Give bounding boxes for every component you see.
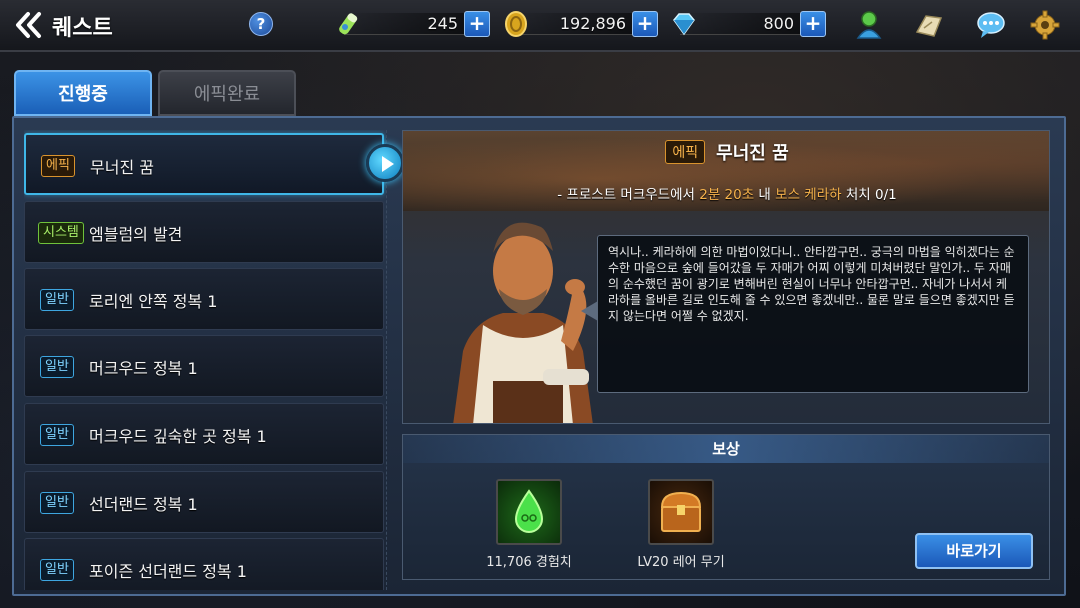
play-arrow-icon[interactable] xyxy=(366,144,404,182)
quest-name: 머크우드 정복 1 xyxy=(89,359,198,378)
quest-detail-title: 무너진 꿈 xyxy=(716,143,789,164)
quest-name: 무너진 꿈 xyxy=(90,158,154,177)
help-button[interactable]: ? xyxy=(249,12,273,36)
gold-coin-icon xyxy=(502,10,530,38)
back-icon[interactable] xyxy=(12,8,48,42)
detail-badge-epic: 에픽 xyxy=(665,140,706,164)
quest-item-lorien-inner[interactable]: 일반 로리엔 안쪽 정복 1 xyxy=(24,268,384,330)
quest-item-thunderland[interactable]: 일반 선더랜드 정복 1 xyxy=(24,471,384,533)
reward-title: 보상 xyxy=(403,435,1049,463)
character-icon[interactable] xyxy=(852,8,886,42)
quest-list-scrollbar[interactable] xyxy=(386,130,388,590)
tab-epic-completed[interactable]: 에픽완료 xyxy=(158,70,296,116)
quest-badge-epic: 에픽 xyxy=(41,155,75,177)
reward-label-weapon: LV20 레어 무기 xyxy=(637,555,725,570)
reward-item-experience[interactable]: 11,706 경험치 xyxy=(459,479,599,570)
gold-currency: 192,896 + xyxy=(502,10,658,38)
page-title: 퀘스트 xyxy=(52,16,113,41)
stamina-currency: 245 + xyxy=(334,10,490,38)
treasure-chest-icon xyxy=(648,479,714,545)
quest-name: 선더랜드 정복 1 xyxy=(89,495,198,514)
stamina-value: 245 xyxy=(427,14,458,33)
add-gem-button[interactable]: + xyxy=(800,11,826,37)
quest-badge-normal: 일반 xyxy=(40,559,74,581)
gold-value: 192,896 xyxy=(559,14,626,33)
add-stamina-button[interactable]: + xyxy=(464,11,490,37)
reward-panel: 보상 11,706 경험치 LV20 레어 무기 바로가기 xyxy=(402,434,1050,580)
quest-badge-normal: 일반 xyxy=(40,492,74,514)
quest-list[interactable]: 에픽 무너진 꿈 시스템 엠블럼의 발견 일반 로리엔 안쪽 정복 1 일반 머… xyxy=(24,130,386,590)
quest-item-mirkwood[interactable]: 일반 머크우드 정복 1 xyxy=(24,335,384,397)
add-gold-button[interactable]: + xyxy=(632,11,658,37)
gem-currency: 800 + xyxy=(670,10,826,38)
gem-icon xyxy=(670,10,698,38)
chat-icon[interactable] xyxy=(974,8,1008,42)
goto-button[interactable]: 바로가기 xyxy=(915,533,1033,569)
objective-mid: 내 xyxy=(754,187,776,203)
dialogue-tail xyxy=(581,301,598,321)
quest-badge-normal: 일반 xyxy=(40,289,74,311)
reward-label-experience: 11,706 경험치 xyxy=(486,555,572,570)
stamina-potion-icon xyxy=(334,10,362,38)
quest-badge-normal: 일반 xyxy=(40,424,74,446)
objective-target: 보스 케라하 xyxy=(775,187,842,203)
gem-value: 800 xyxy=(763,14,794,33)
quest-badge-normal: 일반 xyxy=(40,356,74,378)
experience-drop-icon xyxy=(496,479,562,545)
quest-badge-system: 시스템 xyxy=(38,222,84,244)
map-icon[interactable] xyxy=(912,8,946,42)
quest-item-poison-thunderland[interactable]: 일반 포이즌 선더랜드 정복 1 xyxy=(24,538,384,590)
quest-name: 엠블럼의 발견 xyxy=(89,225,183,244)
quest-name: 머크우드 깊숙한 곳 정복 1 xyxy=(89,427,267,446)
settings-gear-icon[interactable] xyxy=(1028,8,1062,42)
quest-objective: - 프로스트 머크우드에서 2분 20초 내 보스 케라하 처치 0/1 xyxy=(403,183,1049,203)
npc-dialogue: 역시나.. 케라하에 의한 마법이었다니.. 안타깝구먼.. 궁극의 마법을 익… xyxy=(597,235,1029,393)
objective-time: 2분 20초 xyxy=(699,187,755,203)
top-bar: 퀘스트 ? 245 + 192,896 + 800 + xyxy=(0,0,1080,52)
quest-detail-header: 에픽 무너진 꿈 xyxy=(403,139,1049,165)
quest-item-mirkwood-deep[interactable]: 일반 머크우드 깊숙한 곳 정복 1 xyxy=(24,403,384,465)
tab-in-progress[interactable]: 진행중 xyxy=(14,70,152,116)
quest-item-emblem-discovery[interactable]: 시스템 엠블럼의 발견 xyxy=(24,201,384,263)
quest-item-broken-dream[interactable]: 에픽 무너진 꿈 xyxy=(24,133,384,195)
quest-detail-panel: 에픽 무너진 꿈 - 프로스트 머크우드에서 2분 20초 내 보스 케라하 처… xyxy=(402,130,1050,424)
reward-item-weapon[interactable]: LV20 레어 무기 xyxy=(611,479,751,570)
quest-name: 포이즌 선더랜드 정복 1 xyxy=(89,562,247,581)
quest-name: 로리엔 안쪽 정복 1 xyxy=(89,292,218,311)
objective-suffix: 처치 0/1 xyxy=(841,187,897,203)
